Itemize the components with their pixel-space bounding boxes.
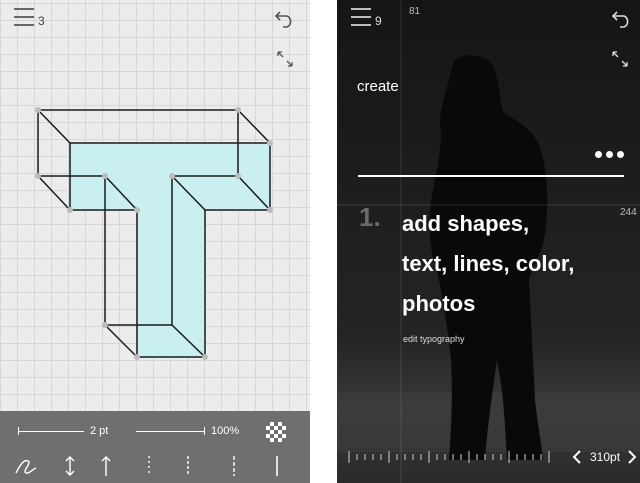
- headline-line: add shapes,: [402, 211, 530, 236]
- up-arrow-icon[interactable]: [99, 455, 113, 477]
- headline-text[interactable]: add shapes, text, lines, color, photos: [402, 204, 574, 324]
- stroke-slider[interactable]: [18, 431, 84, 432]
- headline-line: text, lines, color,: [402, 251, 575, 276]
- freehand-curve-icon[interactable]: [14, 455, 38, 477]
- transparency-icon[interactable]: [266, 422, 286, 442]
- opacity-label: 100%: [211, 425, 240, 437]
- layer-count: 9: [375, 14, 382, 28]
- dotted-line-icon[interactable]: [231, 456, 237, 476]
- ruler-side-value: 244: [620, 207, 637, 218]
- opacity-slider[interactable]: [136, 431, 204, 432]
- stroke-label: 2 pt: [90, 425, 109, 437]
- headline-line: photos: [402, 291, 476, 316]
- drawing-toolbar: 2 pt 100%: [0, 411, 310, 483]
- ruler-top-value: 81: [409, 6, 421, 17]
- dotted-line-icon[interactable]: [185, 456, 191, 476]
- menu-icon[interactable]: [351, 8, 371, 26]
- dotted-line-icon[interactable]: [146, 456, 152, 476]
- edit-typography-link[interactable]: edit typography: [403, 334, 465, 344]
- size-value: 310pt: [590, 450, 621, 464]
- left-screen: 3 2 pt 100%: [0, 0, 310, 483]
- expand-icon[interactable]: [611, 50, 629, 68]
- section-label: create: [357, 78, 399, 95]
- size-ruler[interactable]: [347, 448, 557, 466]
- section-divider: [358, 175, 624, 177]
- chevron-right-icon[interactable]: [627, 450, 637, 464]
- undo-icon[interactable]: [611, 8, 633, 28]
- vertical-double-arrow-icon[interactable]: [63, 455, 77, 477]
- solid-line-icon[interactable]: [274, 456, 280, 476]
- chevron-left-icon[interactable]: [572, 450, 582, 464]
- right-screen: 9 81 create 244 1. add shapes, text, lin…: [337, 0, 640, 483]
- step-number: 1.: [359, 202, 381, 232]
- more-options-icon[interactable]: [595, 151, 625, 159]
- t-shape-canvas[interactable]: [0, 0, 310, 411]
